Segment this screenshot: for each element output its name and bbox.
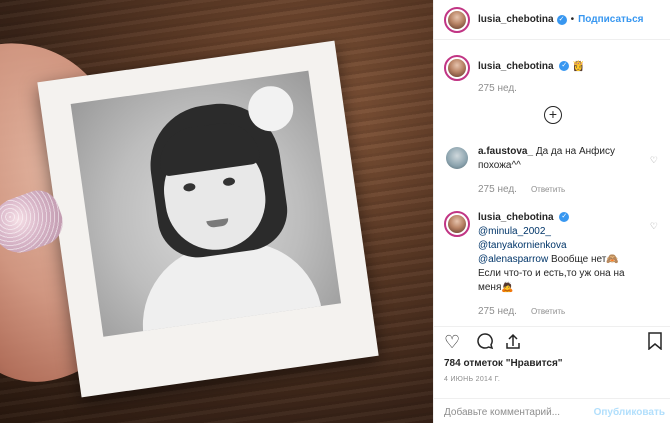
reply-button[interactable]: Ответить: [531, 185, 565, 194]
reply-button[interactable]: Ответить: [531, 307, 565, 316]
post-side-panel: lusia_chebotina ✓ • Подписаться lusia_ch…: [433, 0, 670, 423]
likes-count[interactable]: 784 отметок "Нравится": [444, 358, 563, 369]
caption-username[interactable]: lusia_chebotina: [478, 61, 554, 72]
comment-username[interactable]: a.faustova_: [478, 146, 533, 157]
comment-text: Вообще нет🙈: [550, 254, 619, 265]
post-date: 4 ИЮНЬ 2014 Г.: [444, 376, 501, 383]
separator-dot: •: [570, 14, 575, 25]
comment-like-heart-icon[interactable]: ♡: [650, 155, 658, 166]
avatar[interactable]: [444, 211, 470, 237]
header-username[interactable]: lusia_chebotina: [478, 14, 554, 25]
post-header: lusia_chebotina ✓ • Подписаться: [434, 0, 670, 40]
mention-link[interactable]: @tanyakornienkova: [478, 240, 567, 251]
comment-item: a.faustova_ Да да на Анфису похожа^^ 275…: [444, 145, 664, 197]
publish-button[interactable]: Опубликовать: [594, 407, 665, 418]
comment-icon[interactable]: [476, 332, 494, 355]
avatar[interactable]: [444, 6, 470, 33]
comment-like-heart-icon[interactable]: ♡: [650, 221, 658, 232]
mention-link[interactable]: @minula_2002_: [478, 226, 551, 237]
add-comment-bar: Опубликовать: [434, 398, 670, 423]
follow-button[interactable]: Подписаться: [578, 14, 643, 25]
caption-text: 👸: [572, 61, 585, 72]
load-more-comments-icon[interactable]: +: [544, 106, 562, 124]
verified-badge-icon: ✓: [559, 61, 570, 72]
comments-list: lusia_chebotina ✓ 👸 275 нед. + a.faustov…: [434, 41, 670, 326]
avatar[interactable]: [444, 145, 470, 171]
avatar[interactable]: [444, 55, 470, 81]
comment-input[interactable]: [444, 404, 594, 420]
comment-username[interactable]: lusia_chebotina: [478, 212, 554, 223]
comment-time[interactable]: 275 нед.: [478, 184, 517, 195]
polaroid-print: [37, 40, 379, 398]
comment-text-rest: Если что-то и есть,то уж она на меня🙇: [478, 268, 625, 293]
bookmark-icon[interactable]: [647, 332, 663, 355]
post-photo[interactable]: [0, 0, 433, 423]
action-bar: ♡: [434, 326, 670, 356]
share-icon[interactable]: [504, 332, 522, 355]
heart-icon[interactable]: ♡: [444, 332, 460, 353]
verified-badge-icon: ✓: [556, 14, 567, 25]
comment-time[interactable]: 275 нед.: [478, 306, 517, 317]
polaroid-image: [70, 70, 342, 337]
mention-link[interactable]: @alenasparrow: [478, 254, 548, 265]
caption-row: lusia_chebotina ✓ 👸 275 нед.: [444, 55, 664, 96]
verified-badge-icon: ✓: [559, 212, 570, 223]
caption-time[interactable]: 275 нед.: [478, 83, 517, 94]
comment-item: lusia_chebotina ✓ @minula_2002_ @tanyako…: [444, 211, 664, 319]
